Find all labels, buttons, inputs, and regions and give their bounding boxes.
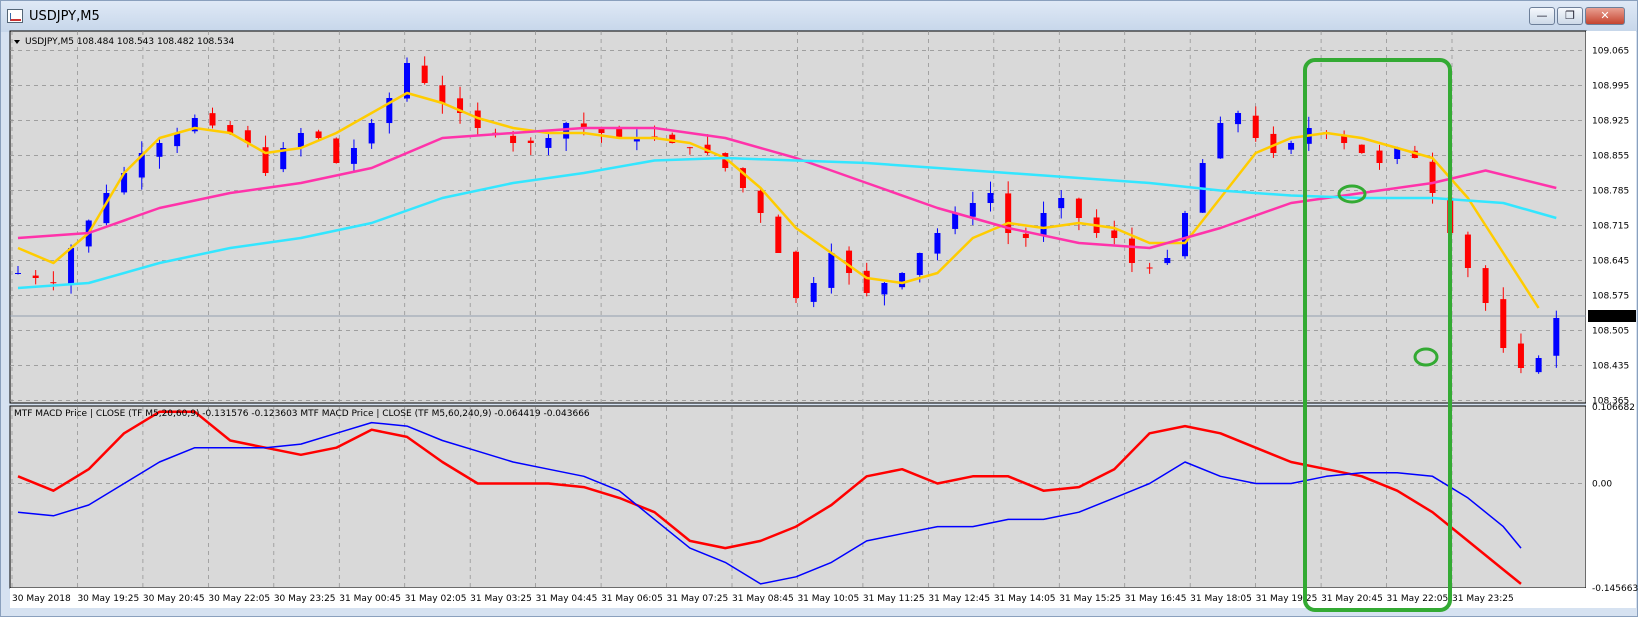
candle-body	[174, 133, 181, 147]
price-axis-tick-label: 108.505	[1592, 327, 1629, 337]
candle-body	[1482, 268, 1489, 303]
time-axis-tick-label: 31 May 12:45	[928, 594, 990, 604]
time-axis-tick-label: 31 May 19:25	[1256, 594, 1318, 604]
time-axis-tick-label: 30 May 2018	[12, 594, 71, 604]
price-axis-tick-label: 108.575	[1592, 292, 1629, 302]
time-axis-tick-label: 30 May 22:05	[208, 594, 270, 604]
time-axis-tick-label: 31 May 08:45	[732, 594, 794, 604]
candle-body	[15, 273, 21, 274]
macd-axis-tick-label: 0.106682	[1592, 403, 1635, 413]
candle-body	[1358, 144, 1365, 153]
candle-body	[50, 282, 57, 284]
candle-body	[1288, 143, 1295, 150]
candle-body	[1164, 258, 1171, 264]
candle-body	[297, 133, 304, 147]
price-axis-tick-label: 108.785	[1592, 187, 1629, 197]
candle-body	[545, 138, 552, 148]
candle-body	[421, 65, 428, 83]
candle-body	[810, 283, 817, 302]
candle-body	[757, 190, 764, 213]
time-axis-tick-label: 31 May 10:05	[797, 594, 859, 604]
price-axis-tick-label: 109.065	[1592, 47, 1629, 57]
time-axis-tick-label: 31 May 22:05	[1387, 594, 1449, 604]
macd-axis-tick-label: -0.145663	[1592, 584, 1638, 594]
candle-body	[952, 213, 959, 229]
price-axis-tick-label: 108.435	[1592, 362, 1629, 372]
candle-body	[899, 273, 906, 288]
time-axis-tick-label: 30 May 20:45	[143, 594, 205, 604]
candle-body	[987, 193, 994, 204]
candle-body	[793, 251, 799, 298]
candle-body	[1128, 238, 1135, 263]
candle-body	[68, 248, 75, 284]
time-axis-tick-label: 31 May 14:05	[994, 594, 1056, 604]
candle-body	[846, 250, 853, 273]
candle-body	[563, 123, 570, 139]
candle-body	[881, 283, 888, 295]
macd-pane[interactable]	[9, 405, 1587, 589]
candle-body	[1040, 213, 1047, 236]
candle-body	[527, 140, 534, 143]
candle-body	[1464, 234, 1471, 268]
current-price-label: 108.534	[1591, 312, 1628, 322]
candle-body	[32, 275, 39, 278]
candle-body	[1217, 123, 1224, 159]
time-axis-tick-label: 31 May 00:45	[339, 594, 401, 604]
candle-body	[1111, 230, 1118, 238]
candle-body	[368, 123, 375, 144]
macd-axis-tick-label: 0.00	[1592, 480, 1612, 490]
price-axis-tick-label: 108.645	[1592, 257, 1629, 267]
candle-body	[934, 233, 941, 254]
candle-body	[1235, 113, 1242, 125]
candle-body	[1146, 267, 1153, 269]
candle-body	[1022, 233, 1029, 238]
candle-body	[510, 135, 517, 143]
candle-body	[1553, 318, 1560, 356]
time-axis-tick-label: 31 May 07:25	[667, 594, 729, 604]
candle-body	[969, 203, 976, 217]
time-axis-tick-label: 31 May 04:45	[536, 594, 598, 604]
candle-body	[828, 253, 835, 288]
price-axis-tick-label: 108.715	[1592, 222, 1629, 232]
time-axis-tick-label: 31 May 15:25	[1059, 594, 1121, 604]
time-axis-tick-label: 31 May 11:25	[863, 594, 925, 604]
candle-body	[1058, 198, 1065, 209]
candle-body	[916, 253, 923, 275]
candle-body	[1517, 343, 1524, 368]
time-axis-tick-label: 31 May 06:05	[601, 594, 663, 604]
time-axis-tick-label: 31 May 03:25	[470, 594, 532, 604]
time-axis-tick-label: 31 May 18:05	[1190, 594, 1252, 604]
candle-body	[315, 131, 322, 138]
candle-body	[333, 138, 340, 163]
candle-body	[1252, 115, 1259, 138]
time-axis-tick-label: 31 May 23:25	[1452, 594, 1514, 604]
candle-body	[209, 113, 216, 126]
candle-body	[863, 270, 870, 293]
candle-body	[1535, 358, 1542, 373]
price-chart-canvas[interactable]: 109.065 108.995 108.925 108.855 108.785 108.7…	[0, 0, 1638, 617]
time-axis-tick-label: 31 May 16:45	[1125, 594, 1187, 604]
time-axis-tick-label: 30 May 23:25	[274, 594, 336, 604]
candle-body	[156, 143, 163, 157]
candle-body	[350, 148, 357, 164]
time-axis-tick-label: 30 May 19:25	[77, 594, 139, 604]
candle-body	[1500, 299, 1507, 348]
candle-body	[1182, 213, 1188, 257]
time-axis-tick-label: 31 May 20:45	[1321, 594, 1383, 604]
candle-body	[439, 85, 446, 103]
candle-body	[686, 147, 693, 149]
macd-info-label: MTF MACD Price | CLOSE (TF M5,20,60,9) -…	[14, 409, 590, 419]
candle-body	[775, 216, 782, 253]
price-pane[interactable]	[9, 30, 1587, 404]
candle-body	[1075, 198, 1082, 218]
price-axis-tick-label: 108.995	[1592, 82, 1629, 92]
time-axis-tick-label: 31 May 02:05	[405, 594, 467, 604]
candle-body	[1376, 150, 1383, 163]
candle-body	[1429, 161, 1436, 193]
price-axis-tick-label: 108.925	[1592, 117, 1629, 127]
price-axis-tick-label: 108.855	[1592, 152, 1629, 162]
price-info-label: USDJPY,M5 108.484 108.543 108.482 108.53…	[25, 37, 235, 47]
